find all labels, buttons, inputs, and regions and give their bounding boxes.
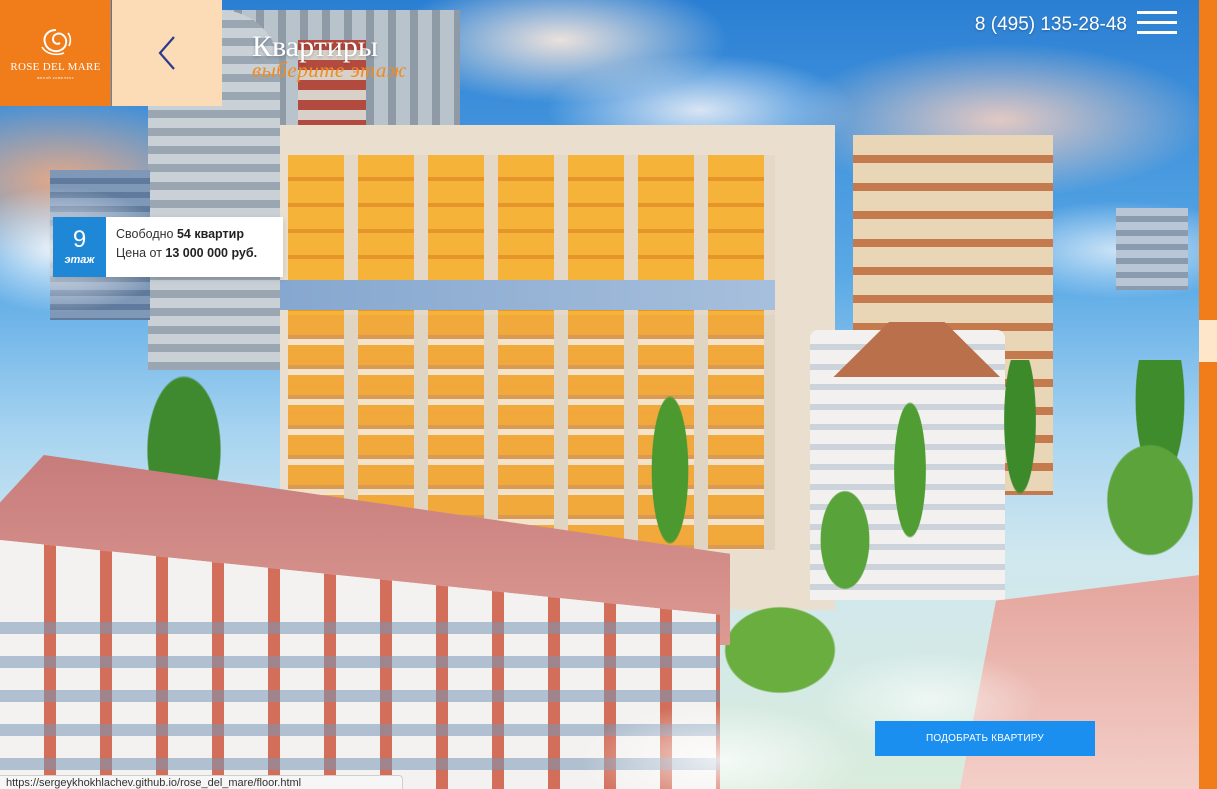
- floor-details: Свободно 54 квартир Цена от 13 000 000 р…: [106, 217, 283, 277]
- phone-number[interactable]: 8 (495) 135-28-48: [975, 14, 1127, 36]
- menu-line: [1137, 21, 1177, 24]
- floor-label: этаж: [64, 254, 95, 266]
- page-subtitle: выберите этаж: [252, 58, 407, 82]
- menu-line: [1137, 31, 1177, 34]
- rose-logo-icon: [40, 28, 71, 55]
- availability-prefix: Свободно: [116, 227, 177, 241]
- chevron-left-icon: [158, 36, 175, 70]
- select-apartment-button[interactable]: ПОДОБРАТЬ КВАРТИРУ: [875, 721, 1095, 756]
- mist-overlay: [0, 0, 1217, 789]
- floor-scroll-rail[interactable]: [1199, 0, 1217, 789]
- back-button[interactable]: [112, 0, 222, 106]
- price-value: 13 000 000 руб.: [165, 246, 258, 260]
- page-heading: Квартиры выберите этаж: [252, 30, 407, 83]
- rail-track-top: [1199, 0, 1217, 320]
- price-prefix: Цена от: [116, 246, 166, 260]
- logo-tagline: жилой комплекс: [36, 74, 75, 80]
- floor-number: 9: [72, 226, 87, 253]
- logo[interactable]: ROSE DEL MARE жилой комплекс: [0, 0, 111, 106]
- floor-badge: 9 этаж: [53, 217, 106, 277]
- logo-name: ROSE DEL MARE: [10, 60, 101, 73]
- availability-value: 54 квартир: [176, 227, 244, 241]
- price-line: Цена от 13 000 000 руб.: [116, 244, 273, 263]
- browser-status-url: https://sergeykhokhlachev.github.io/rose…: [0, 775, 403, 789]
- rail-thumb[interactable]: [1199, 320, 1217, 362]
- menu-line: [1137, 11, 1177, 14]
- hamburger-menu-icon[interactable]: [1137, 11, 1177, 35]
- building-render-background: [0, 0, 1217, 789]
- floor-info-card: 9 этаж Свободно 54 квартир Цена от 13 00…: [53, 217, 283, 277]
- availability-line: Свободно 54 квартир: [116, 225, 273, 244]
- rail-track-bottom: [1199, 362, 1217, 789]
